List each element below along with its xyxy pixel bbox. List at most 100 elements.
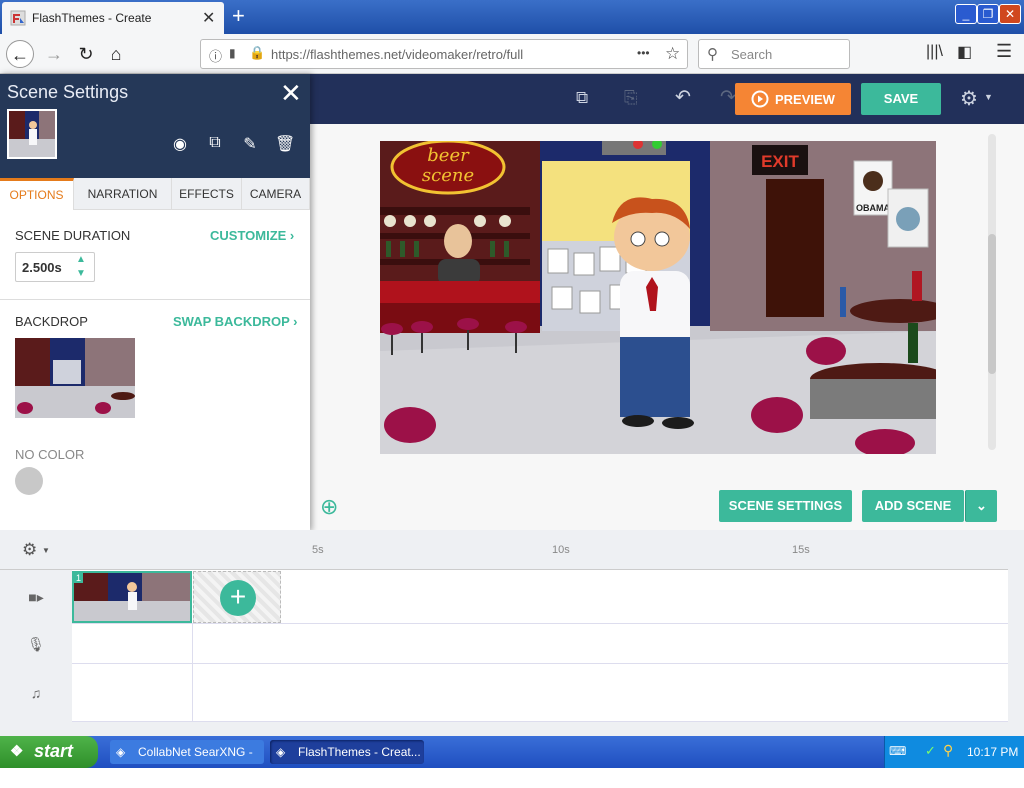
home-button[interactable]: ⌂ <box>102 40 130 68</box>
chevron-down-icon[interactable]: ▼ <box>42 546 50 555</box>
bookmark-star-icon[interactable]: ☆ <box>665 44 680 64</box>
swap-backdrop-link[interactable]: SWAP BACKDROP › <box>173 314 297 329</box>
color-swatch[interactable] <box>15 467 43 495</box>
panel-title: Scene Settings <box>7 82 129 102</box>
scrollbar-thumb[interactable] <box>988 234 996 374</box>
scene-duration-input[interactable]: 2.500s ▲ ▼ <box>15 252 95 282</box>
tab-narration[interactable]: NARRATION <box>74 178 172 210</box>
poster-text: OBAMA <box>856 203 890 213</box>
page-icon: ▮ <box>229 46 236 60</box>
tab-effects[interactable]: EFFECTS <box>172 178 242 210</box>
windows-logo-icon: ❖ <box>10 743 24 760</box>
trash-icon[interactable]: 🗑 <box>275 134 295 154</box>
divider <box>0 299 310 300</box>
save-button[interactable]: SAVE <box>861 83 941 115</box>
scene-duration-label: SCENE DURATION <box>15 228 131 243</box>
start-button[interactable]: ❖ start <box>0 736 98 768</box>
keyboard-icon[interactable]: ⌨ <box>889 744 906 758</box>
undo-icon[interactable]: ↶ <box>675 86 691 109</box>
tab-options[interactable]: OPTIONS <box>0 178 74 210</box>
lock-icon[interactable]: 🔒 <box>249 45 265 61</box>
customize-link[interactable]: CUSTOMIZE › <box>210 228 294 243</box>
preview-button[interactable]: PREVIEW <box>735 83 851 115</box>
backdrop-thumbnail[interactable] <box>15 338 135 418</box>
url-text[interactable]: https://flashthemes.net/videomaker/retro… <box>271 47 523 62</box>
add-scene-slot[interactable]: + <box>193 571 281 623</box>
decrement-icon[interactable]: ▼ <box>76 268 86 279</box>
search-input[interactable]: ⚲ Search <box>698 39 850 69</box>
search-tray-icon[interactable]: ⚲ <box>943 742 953 759</box>
maximize-window-button[interactable]: ❐ <box>977 4 999 24</box>
back-button[interactable]: ← <box>6 40 34 68</box>
add-scene-button[interactable]: ADD SCENE <box>862 490 964 522</box>
browser-nav-bar: ← → ↻ ⌂ ⓘ ▮ 🔒 https://flashthemes.net/vi… <box>0 34 1024 74</box>
copy-icon[interactable]: ⧉ <box>576 88 588 108</box>
task-label: FlashThemes - Creat... <box>298 745 421 759</box>
chevron-down-icon: ⌄ <box>976 498 987 513</box>
close-tab-icon[interactable]: ✕ <box>202 8 215 28</box>
brush-icon[interactable]: ✎ <box>240 134 260 154</box>
clock[interactable]: 10:17 PM <box>967 745 1018 759</box>
divider <box>192 664 193 722</box>
new-tab-button[interactable]: + <box>232 4 250 28</box>
browser-tab[interactable]: FlashThemes - Create ✕ <box>2 2 224 34</box>
menu-icon[interactable]: ☰ <box>996 41 1012 62</box>
music-note-icon: ♫ <box>0 664 72 722</box>
plus-icon[interactable]: + <box>220 580 256 616</box>
info-icon[interactable]: ⓘ <box>209 46 222 65</box>
camera-icon: ■▸ <box>0 570 72 624</box>
preview-label: PREVIEW <box>775 92 835 107</box>
taskbar: ❖ start ◈ CollabNet SearXNG - ... ◈ Flas… <box>0 736 1024 783</box>
browser-icon: ◈ <box>116 745 126 759</box>
tab-title: FlashThemes - Create <box>32 11 152 25</box>
address-bar[interactable]: ⓘ ▮ 🔒 https://flashthemes.net/videomaker… <box>200 39 688 69</box>
redo-icon[interactable]: ↷ <box>720 86 736 109</box>
system-tray: ⌨ ✓ ⚲ 10:17 PM <box>884 736 1024 768</box>
divider <box>192 624 193 664</box>
close-panel-icon[interactable]: ✕ <box>280 78 302 109</box>
eye-icon[interactable]: ◉ <box>170 134 190 154</box>
page-actions-button[interactable]: ••• <box>637 46 650 60</box>
library-icon[interactable]: |||\ <box>926 43 943 61</box>
zoom-in-icon[interactable]: ⊕ <box>320 494 338 520</box>
taskbar-item-searxng[interactable]: ◈ CollabNet SearXNG - ... <box>110 740 264 783</box>
minimize-window-button[interactable]: _ <box>955 4 977 24</box>
sidebar-icon[interactable]: ◧ <box>957 42 972 62</box>
exit-sign-text: EXIT <box>761 152 799 171</box>
beer-sign-text: beer <box>427 145 470 166</box>
search-icon: ⚲ <box>707 46 718 63</box>
tick-label: 5s <box>312 544 324 556</box>
scene-thumbnail <box>7 109 57 159</box>
add-scene-dropdown-button[interactable]: ⌄ <box>965 490 997 522</box>
browser-icon: ◈ <box>276 745 286 759</box>
panel-tabs: OPTIONS NARRATION EFFECTS CAMERA <box>0 178 310 210</box>
scene-clip[interactable]: 1 <box>72 571 192 623</box>
taskbar-item-flashthemes[interactable]: ◈ FlashThemes - Creat... <box>270 740 424 764</box>
panel-header: Scene Settings ✕ ◉ ⧉ ✎ 🗑 <box>0 74 310 178</box>
copy-icon[interactable]: ⧉ <box>205 134 225 154</box>
chevron-down-icon[interactable]: ▼ <box>984 92 993 102</box>
network-icon[interactable]: ✓ <box>925 743 936 759</box>
gear-icon[interactable]: ⚙ <box>960 86 978 111</box>
scene-sign-text: scene <box>422 165 474 186</box>
canvas-scrollbar[interactable] <box>988 134 996 450</box>
paste-icon[interactable]: ⎘ <box>624 88 638 108</box>
backdrop-label: BACKDROP <box>15 314 88 329</box>
timeline: ⚙ ▼ 5s 10s 15s ■▸ 1 + 🎙 ♫ <box>0 530 1024 736</box>
start-label: start <box>34 741 74 761</box>
scene-settings-button[interactable]: SCENE SETTINGS <box>719 490 852 522</box>
no-color-label: NO COLOR <box>15 447 85 462</box>
reload-button[interactable]: ↻ <box>72 40 100 68</box>
duration-value: 2.500s <box>22 260 62 275</box>
scene-settings-panel: Scene Settings ✕ ◉ ⧉ ✎ 🗑 OPTIONS NARRATI… <box>0 74 310 531</box>
timeline-ruler: ⚙ ▼ 5s 10s 15s <box>0 530 1008 570</box>
music-track <box>0 664 1008 722</box>
forward-button[interactable]: → <box>40 40 68 68</box>
tab-camera[interactable]: CAMERA <box>242 178 310 210</box>
increment-icon[interactable]: ▲ <box>76 254 86 265</box>
timeline-gear-icon[interactable]: ⚙ <box>22 540 37 560</box>
close-window-button[interactable]: ✕ <box>999 4 1021 24</box>
microphone-icon: 🎙 <box>0 624 72 664</box>
scene-backdrop-bar: beer scene EXIT OBAMA <box>380 141 936 454</box>
scene-stage[interactable]: beer scene EXIT OBAMA <box>380 141 936 454</box>
